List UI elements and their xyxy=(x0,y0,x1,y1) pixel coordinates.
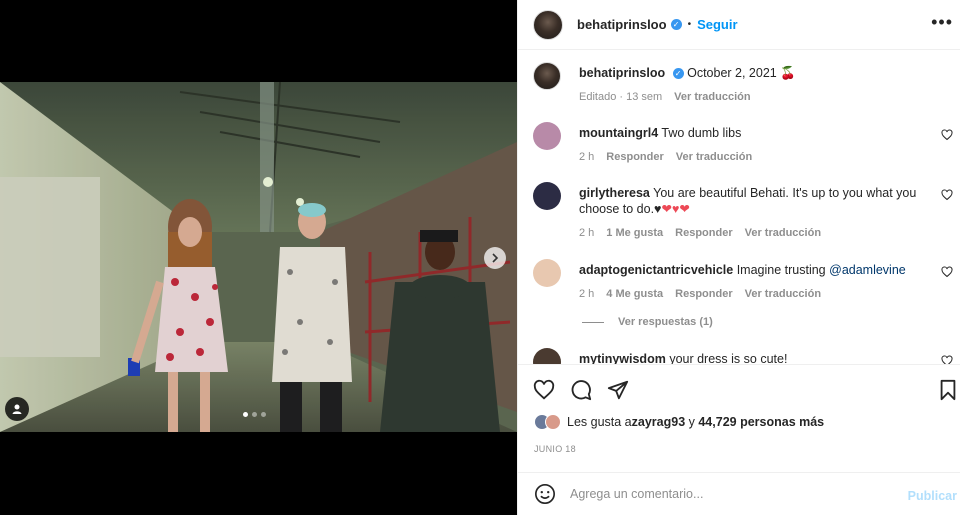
comment-time[interactable]: 2 h xyxy=(579,149,594,165)
comment-username[interactable]: mytinywisdom xyxy=(579,352,666,364)
comment-icon[interactable] xyxy=(570,379,592,401)
reply-button[interactable]: Responder xyxy=(675,286,732,302)
post-actions xyxy=(518,364,960,414)
emoji-icon[interactable] xyxy=(534,483,556,505)
likes-prefix: Les gusta a xyxy=(567,415,632,429)
translate-link[interactable]: Ver traducción xyxy=(674,89,750,105)
avatar[interactable] xyxy=(533,182,561,210)
comment-input[interactable] xyxy=(570,487,890,501)
comment-likes[interactable]: 4 Me gusta xyxy=(606,286,663,302)
caption: behatiprinsloo ✓ October 2, 2021 🍒 Edita… xyxy=(533,62,953,105)
cherry-emoji: 🍒 xyxy=(780,66,796,80)
follow-button[interactable]: Seguir xyxy=(697,17,737,32)
comments-list[interactable]: behatiprinsloo ✓ October 2, 2021 🍒 Edita… xyxy=(518,51,960,364)
translate-link[interactable]: Ver traducción xyxy=(745,286,821,302)
avatar[interactable] xyxy=(533,122,561,150)
heart-outline-icon[interactable] xyxy=(941,355,953,364)
post-photo[interactable] xyxy=(0,82,517,432)
comment-username[interactable]: adaptogenictantricvehicle xyxy=(579,263,733,277)
comment-username[interactable]: girlytheresa xyxy=(579,186,650,200)
comment-likes[interactable]: 1 Me gusta xyxy=(606,225,663,241)
heart-outline-icon[interactable] xyxy=(941,189,953,201)
mention-link[interactable]: @adamlevine xyxy=(829,263,906,277)
carousel-dot xyxy=(261,412,266,417)
tagged-users-button[interactable] xyxy=(5,397,29,421)
comment-item: adaptogenictantricvehicle Imagine trusti… xyxy=(533,259,953,302)
avatar[interactable] xyxy=(533,9,563,40)
heart-outline-icon[interactable] xyxy=(941,129,953,141)
avatar[interactable] xyxy=(533,259,561,287)
heart-icon[interactable] xyxy=(533,379,555,401)
comment-item: mytinywisdom your dress is so cute! xyxy=(533,348,953,364)
user-icon xyxy=(12,404,22,414)
comment-time[interactable]: 2 h xyxy=(579,286,594,302)
likes-summary: Les gusta a zayrag93 y 44,729 personas m… xyxy=(534,414,824,430)
publish-button[interactable]: Publicar xyxy=(908,489,957,503)
post-header: behatiprinsloo ✓ • Seguir ••• xyxy=(518,0,960,50)
comment-text: Imagine trusting xyxy=(736,263,830,277)
comment-username[interactable]: mountaingrl4 xyxy=(579,126,658,140)
comment-text: Two dumb libs xyxy=(661,126,742,140)
likes-user[interactable]: zayrag93 xyxy=(632,415,686,429)
reply-button[interactable]: Responder xyxy=(675,225,732,241)
avatar[interactable] xyxy=(533,62,561,90)
heart-emojis: ❤♥❤ xyxy=(661,202,690,216)
likes-middle: y xyxy=(685,415,699,429)
view-replies-button[interactable]: Ver respuestas (1) xyxy=(582,316,713,328)
chevron-right-icon xyxy=(492,253,499,263)
translate-link[interactable]: Ver traducción xyxy=(745,225,821,241)
verified-icon: ✓ xyxy=(670,19,682,30)
divider xyxy=(582,321,604,323)
likes-count[interactable]: 44,729 personas más xyxy=(698,415,824,429)
separator-dot: • xyxy=(687,19,692,30)
carousel-dot xyxy=(252,412,257,417)
translate-link[interactable]: Ver traducción xyxy=(676,149,752,165)
comment-item: girlytheresa You are beautiful Behati. I… xyxy=(533,182,953,241)
carousel-dot xyxy=(243,412,248,417)
share-icon[interactable] xyxy=(607,379,629,401)
comment-text: your dress is so cute! xyxy=(669,352,788,364)
reply-button[interactable]: Responder xyxy=(606,149,663,165)
more-options-icon[interactable]: ••• xyxy=(931,12,953,33)
caption-text: October 2, 2021 xyxy=(687,66,777,80)
post-details-panel: behatiprinsloo ✓ • Seguir ••• behatiprin… xyxy=(517,0,960,515)
caption-username[interactable]: behatiprinsloo xyxy=(579,66,665,80)
bookmark-icon[interactable] xyxy=(937,379,959,401)
carousel-indicator xyxy=(243,412,266,417)
post-media xyxy=(0,0,517,515)
heart-outline-icon[interactable] xyxy=(941,266,953,278)
add-comment-bar: Publicar xyxy=(518,472,960,515)
view-replies-label: Ver respuestas (1) xyxy=(618,316,713,328)
verified-icon: ✓ xyxy=(672,68,684,80)
header-username[interactable]: behatiprinsloo xyxy=(577,17,667,32)
comment-item: mountaingrl4 Two dumb libs 2 h Responder… xyxy=(533,122,953,165)
avatar[interactable] xyxy=(533,348,561,364)
carousel-next-button[interactable] xyxy=(484,247,506,269)
comment-time[interactable]: 2 h xyxy=(579,225,594,241)
avatar xyxy=(545,414,561,430)
post-date[interactable]: JUNIO 18 xyxy=(534,444,576,454)
edited-label: Editado · 13 sem xyxy=(579,91,663,103)
